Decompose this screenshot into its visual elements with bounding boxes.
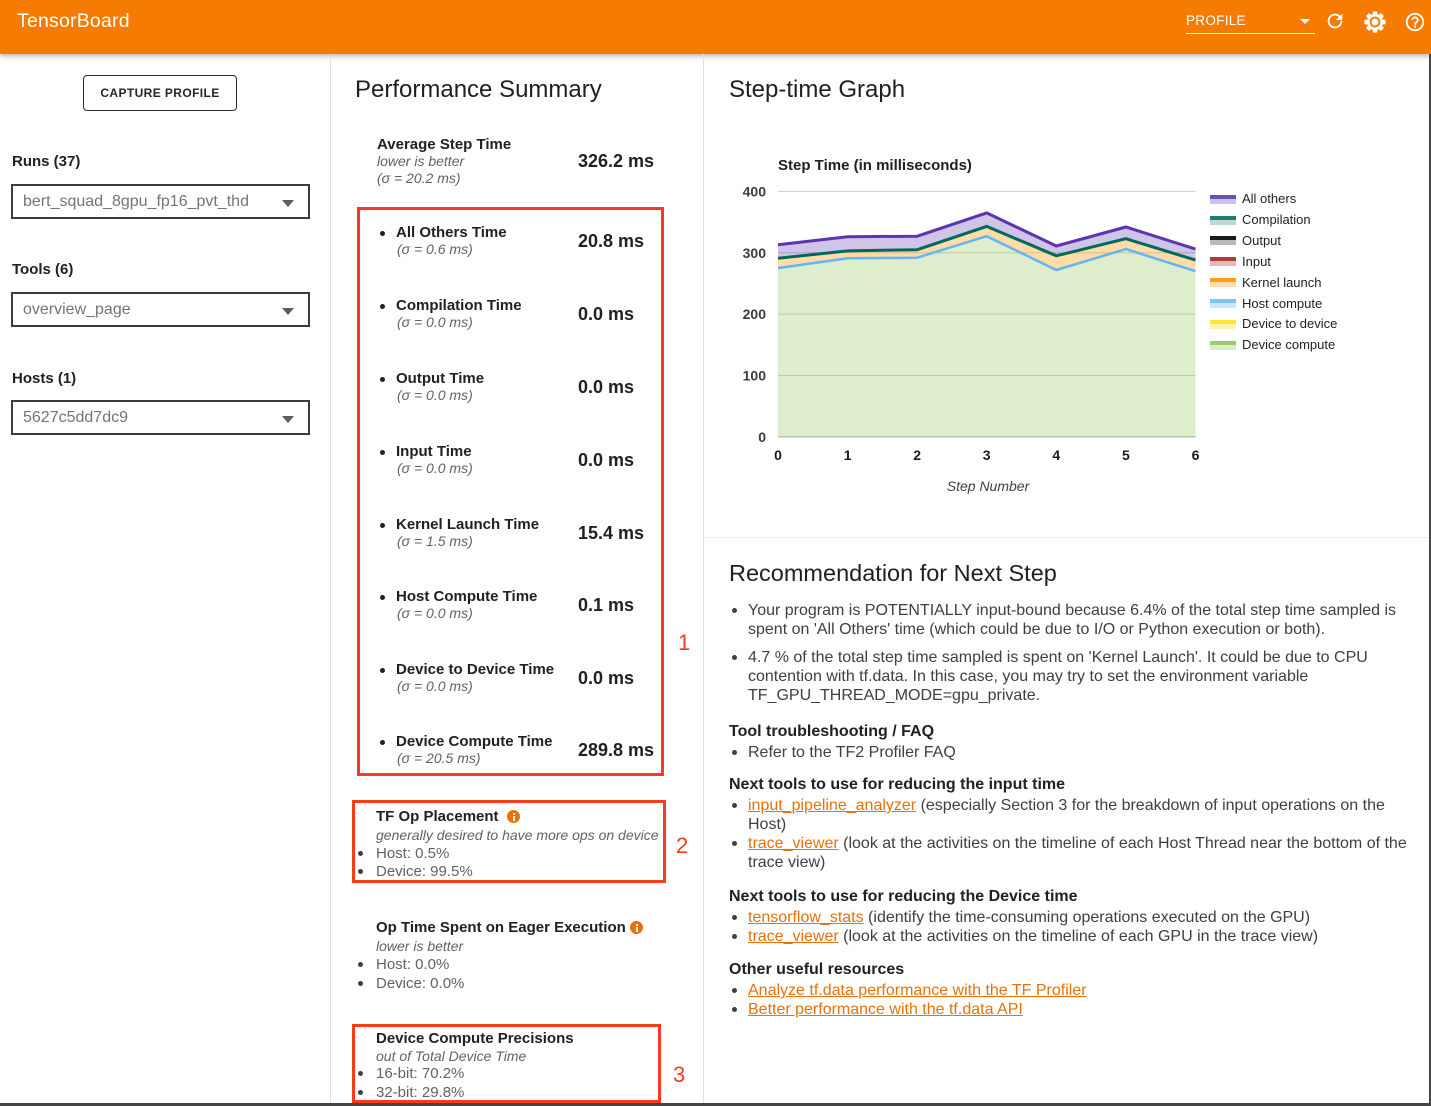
svg-text:Step Time (in milliseconds): Step Time (in milliseconds) xyxy=(778,157,972,174)
svg-text:4: 4 xyxy=(1052,447,1060,463)
svg-text:400: 400 xyxy=(743,183,767,199)
svg-text:300: 300 xyxy=(743,245,767,261)
svg-text:200: 200 xyxy=(743,306,767,322)
svg-text:6: 6 xyxy=(1192,447,1200,463)
svg-text:0: 0 xyxy=(758,429,766,445)
svg-text:5: 5 xyxy=(1122,447,1130,463)
svg-text:100: 100 xyxy=(743,368,767,384)
svg-text:Step Number: Step Number xyxy=(947,478,1031,494)
svg-text:0: 0 xyxy=(774,447,782,463)
svg-text:3: 3 xyxy=(983,447,991,463)
svg-text:2: 2 xyxy=(913,447,921,463)
svg-text:1: 1 xyxy=(844,447,852,463)
